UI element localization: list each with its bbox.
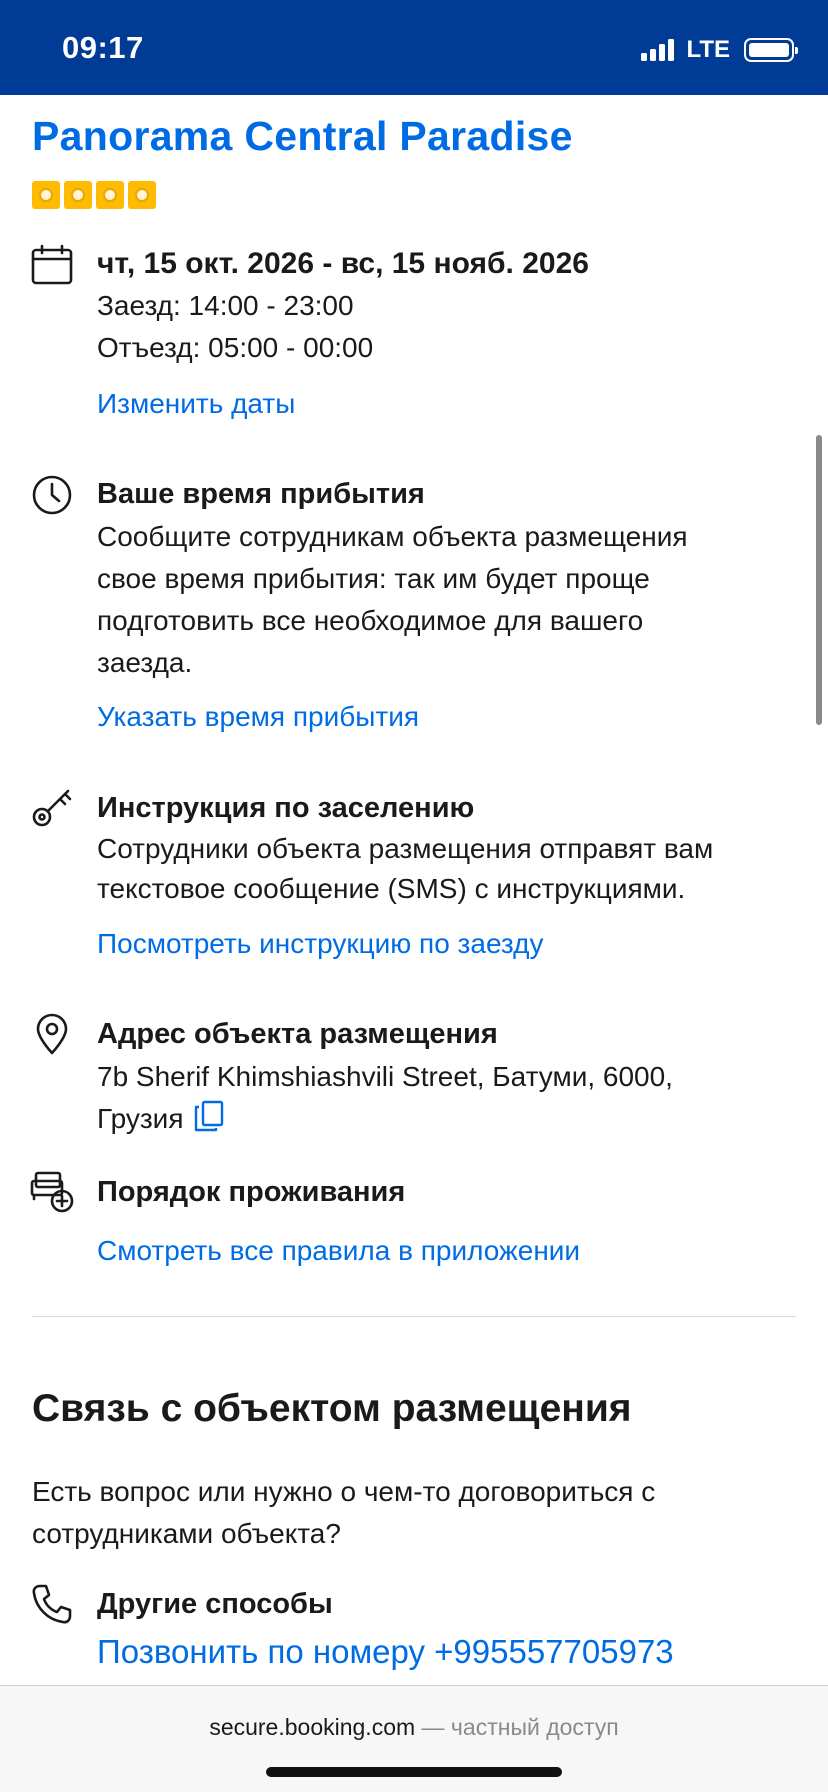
- address-text: 7b Sherif Khimshiashvili Street, Батуми,…: [97, 1056, 797, 1140]
- star-icon: [96, 181, 124, 209]
- copy-icon[interactable]: [194, 1100, 224, 1132]
- contact-section-title: Связь с объектом размещения: [32, 1387, 632, 1430]
- arrival-line: подготовить все необходимое для вашего: [97, 605, 644, 636]
- checkout-time: Отъезд: 05:00 - 00:00: [97, 332, 374, 363]
- star-icon: [32, 181, 60, 209]
- browser-address-bar[interactable]: secure.booking.com — частный доступ: [0, 1685, 828, 1792]
- change-dates-link[interactable]: Изменить даты: [97, 388, 295, 420]
- house-rules-icon: [30, 1169, 74, 1213]
- key-icon: [30, 785, 74, 829]
- url-display[interactable]: secure.booking.com — частный доступ: [0, 1714, 828, 1741]
- checkin-time: Заезд: 14:00 - 23:00: [97, 290, 354, 321]
- hotel-name[interactable]: Panorama Central Paradise: [32, 113, 573, 160]
- url-host: secure.booking.com: [209, 1714, 416, 1740]
- contact-line: сотрудниками объекта?: [32, 1518, 341, 1549]
- checkin-instructions-line: текстовое сообщение (SMS) с инструкциями…: [97, 873, 686, 904]
- arrival-line: заезда.: [97, 647, 193, 678]
- star-icon: [64, 181, 92, 209]
- contact-line: Есть вопрос или нужно о чем-то договорит…: [32, 1476, 656, 1507]
- arrival-line: свое время прибытия: так им будет проще: [97, 563, 650, 594]
- clock-icon: [30, 473, 74, 517]
- section-divider: [32, 1316, 796, 1317]
- arrival-line: Сообщите сотрудникам объекта размещения: [97, 521, 688, 552]
- set-arrival-time-link[interactable]: Указать время прибытия: [97, 701, 419, 733]
- network-type: LTE: [686, 36, 730, 63]
- home-indicator[interactable]: [266, 1767, 562, 1777]
- checkin-instructions-line: Сотрудники объекта размещения отправят в…: [97, 833, 714, 864]
- checkin-instructions-description: Сотрудники объекта размещения отправят в…: [97, 829, 797, 909]
- battery-icon: [744, 38, 798, 62]
- phone-icon: [30, 1582, 74, 1626]
- checkin-instructions-title: Инструкция по заселению: [97, 792, 475, 824]
- house-rules-title: Порядок проживания: [97, 1176, 406, 1208]
- arrival-title: Ваше время прибытия: [97, 478, 425, 510]
- reservation-details[interactable]: Panorama Central Paradise чт, 15 окт. 20…: [0, 95, 828, 1685]
- date-range: чт, 15 окт. 2026 - вс, 15 нояб. 2026: [97, 247, 589, 280]
- address-line-1: 7b Sherif Khimshiashvili Street, Батуми,…: [97, 1061, 673, 1092]
- view-all-rules-link[interactable]: Смотреть все правила в приложении: [97, 1235, 580, 1267]
- status-time: 09:17: [62, 30, 144, 65]
- status-indicators: LTE: [641, 36, 798, 64]
- address-country: Грузия: [97, 1103, 184, 1134]
- contact-description: Есть вопрос или нужно о чем-то договорит…: [32, 1471, 792, 1555]
- private-access-label: — частный доступ: [415, 1714, 619, 1740]
- location-pin-icon: [30, 1012, 74, 1056]
- address-line-2: Грузия: [97, 1098, 797, 1140]
- signal-icon: [641, 39, 675, 61]
- scrollbar[interactable]: [816, 435, 822, 725]
- other-methods-title: Другие способы: [97, 1588, 333, 1620]
- call-property-link[interactable]: Позвонить по номеру +995557705973: [97, 1633, 674, 1671]
- calendar-icon: [30, 243, 74, 287]
- view-checkin-instructions-link[interactable]: Посмотреть инструкцию по заезду: [97, 928, 543, 960]
- status-bar: 09:17 LTE: [0, 0, 828, 95]
- star-icon: [128, 181, 156, 209]
- arrival-description: Сообщите сотрудникам объекта размещения …: [97, 516, 797, 684]
- address-title: Адрес объекта размещения: [97, 1018, 498, 1050]
- star-rating: [32, 181, 156, 209]
